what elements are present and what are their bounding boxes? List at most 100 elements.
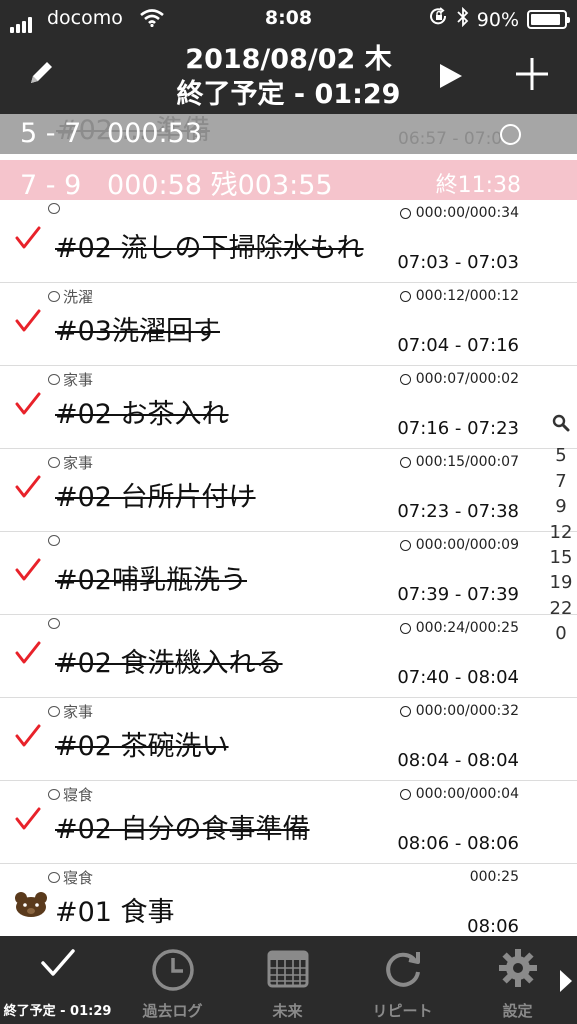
task-name: #02 流しの下掃除水もれ — [55, 233, 364, 264]
task-row[interactable]: 家事 000:00/000:32 #02 茶碗洗い 08:04 - 08:04 — [0, 698, 577, 781]
tab-more-arrow-icon[interactable] — [558, 968, 574, 998]
tab-label: 未来 — [272, 1002, 303, 1020]
tab-label: 過去ログ — [142, 1002, 203, 1020]
task-row[interactable]: 寝食 000:25 #01 食事 08:06 — [0, 864, 577, 947]
task-name: #02 お茶入れ — [55, 399, 229, 430]
task-name: #02 台所片付け — [55, 482, 256, 513]
task-name: #02 自分の食事準備 — [55, 814, 310, 845]
check-mark-icon[interactable] — [15, 641, 41, 669]
task-time: 07:16 - 07:23 — [397, 418, 519, 439]
orientation-lock-icon — [429, 7, 449, 32]
task-time: 07:04 - 07:16 — [397, 335, 519, 356]
ghost-task-time: 06:57 - 07:0 — [398, 129, 503, 149]
section-index-item[interactable]: 15 — [548, 545, 574, 570]
task-tag — [48, 203, 63, 214]
task-counter: 000:00/000:09 — [399, 537, 519, 553]
task-time: 07:39 - 07:39 — [397, 584, 519, 605]
tab-label: リピート — [372, 1002, 433, 1020]
task-time: 08:06 — [467, 916, 519, 937]
play-icon[interactable] — [438, 62, 464, 94]
task-tag: 洗濯 — [48, 286, 93, 307]
tab-check[interactable]: 終了予定 - 01:29 — [0, 936, 115, 1024]
timer-ring-icon — [399, 456, 411, 468]
task-name: #03洗濯回す — [55, 316, 220, 347]
task-time: 07:40 - 08:04 — [397, 667, 519, 688]
check-mark-icon[interactable] — [15, 724, 41, 752]
task-tag: 寝食 — [48, 784, 93, 805]
check-mark-icon[interactable] — [15, 309, 41, 337]
task-tag: 家事 — [48, 452, 93, 473]
check-mark-icon[interactable] — [15, 558, 41, 586]
task-tag — [48, 535, 63, 546]
task-name: #02哺乳瓶洗う — [55, 565, 247, 596]
section-summary-5-7[interactable]: #02 ... 準備 06:57 - 07:0 5 - 7 000:53 — [0, 114, 577, 154]
task-row[interactable]: 000:00/000:34 #02 流しの下掃除水もれ 07:03 - 07:03 — [0, 200, 577, 283]
tab-label: 終了予定 - 01:29 — [3, 1004, 112, 1019]
tab-repeat[interactable]: リピート — [345, 936, 460, 1024]
bear-icon[interactable] — [14, 892, 48, 922]
section-index-item[interactable]: 22 — [548, 596, 574, 621]
search-icon[interactable] — [548, 414, 574, 439]
comment-bubble-icon — [48, 872, 60, 883]
timer-ring-icon — [399, 373, 411, 385]
end-estimate-title: 終了予定 - 01:29 — [176, 79, 401, 110]
task-row[interactable]: 洗濯 000:12/000:12 #03洗濯回す 07:04 - 07:16 — [0, 283, 577, 366]
tab-clock[interactable]: 過去ログ — [115, 936, 230, 1024]
check-mark-icon[interactable] — [15, 226, 41, 254]
task-counter: 000:00/000:04 — [399, 786, 519, 802]
comment-bubble-icon — [48, 618, 60, 629]
section-summary-7-9[interactable]: 7 - 9 000:58 残003:55 終11:38 — [0, 160, 577, 201]
section-end-time: 終11:38 — [435, 173, 521, 198]
task-counter: 000:07/000:02 — [399, 371, 519, 387]
timer-ring-icon — [399, 290, 411, 302]
tab-label: 設定 — [502, 1002, 533, 1020]
battery-icon — [527, 10, 570, 29]
check-mark-icon[interactable] — [15, 807, 41, 835]
task-counter: 000:00/000:32 — [399, 703, 519, 719]
timer-ring-icon — [399, 539, 411, 551]
task-tag: 寝食 — [48, 867, 93, 888]
date-title: 2018/08/02 木 — [185, 44, 392, 75]
timer-ring-icon — [399, 207, 411, 219]
timer-ring-icon — [399, 622, 411, 634]
plus-icon[interactable] — [514, 56, 550, 96]
section-index-item[interactable]: 7 — [548, 469, 574, 494]
task-counter: 000:25 — [469, 869, 519, 885]
comment-bubble-icon — [48, 789, 60, 800]
section-index-item[interactable]: 9 — [548, 494, 574, 519]
task-time: 07:03 - 07:03 — [397, 252, 519, 273]
tab-calendar[interactable]: 未来 — [230, 936, 345, 1024]
task-counter: 000:24/000:25 — [399, 620, 519, 636]
status-bar: docomo 8:08 90% — [0, 0, 577, 38]
section-index[interactable]: 5 7 9 12 15 19 22 0 — [548, 414, 574, 647]
timer-ring-icon — [399, 788, 411, 800]
task-time: 07:23 - 07:38 — [397, 501, 519, 522]
repeat-icon — [345, 948, 460, 990]
task-row[interactable]: 寝食 000:00/000:04 #02 自分の食事準備 08:06 - 08:06 — [0, 781, 577, 864]
comment-bubble-icon — [48, 374, 60, 385]
comment-bubble-icon — [48, 291, 60, 302]
task-counter: 000:15/000:07 — [399, 454, 519, 470]
check-mark-icon[interactable] — [15, 392, 41, 420]
task-row[interactable]: 000:24/000:25 #02 食洗機入れる 07:40 - 08:04 — [0, 615, 577, 698]
comment-bubble-icon — [48, 706, 60, 717]
nav-bar: 2018/08/02 木 終了予定 - 01:29 — [0, 38, 577, 114]
task-name: #01 食事 — [55, 897, 175, 928]
section-index-item[interactable]: 12 — [548, 520, 574, 545]
task-list: 000:00/000:34 #02 流しの下掃除水もれ 07:03 - 07:03 洗… — [0, 200, 577, 947]
bluetooth-icon — [457, 6, 469, 32]
comment-bubble-icon — [48, 457, 60, 468]
task-counter: 000:00/000:34 — [399, 205, 519, 221]
section-index-item[interactable]: 5 — [548, 443, 574, 468]
task-row[interactable]: 家事 000:07/000:02 #02 お茶入れ 07:16 - 07:23 — [0, 366, 577, 449]
task-row[interactable]: 000:00/000:09 #02哺乳瓶洗う 07:39 - 07:39 — [0, 532, 577, 615]
tab-bar: 終了予定 - 01:29 過去ログ 未来 リピート 設定 — [0, 936, 577, 1024]
check-mark-icon[interactable] — [15, 475, 41, 503]
timer-ring-icon — [399, 705, 411, 717]
task-time: 08:04 - 08:04 — [397, 750, 519, 771]
section-index-item[interactable]: 19 — [548, 570, 574, 595]
task-counter: 000:12/000:12 — [399, 288, 519, 304]
section-index-item[interactable]: 0 — [548, 621, 574, 646]
task-name: #02 茶碗洗い — [55, 731, 229, 762]
task-row[interactable]: 家事 000:15/000:07 #02 台所片付け 07:23 - 07:38 — [0, 449, 577, 532]
